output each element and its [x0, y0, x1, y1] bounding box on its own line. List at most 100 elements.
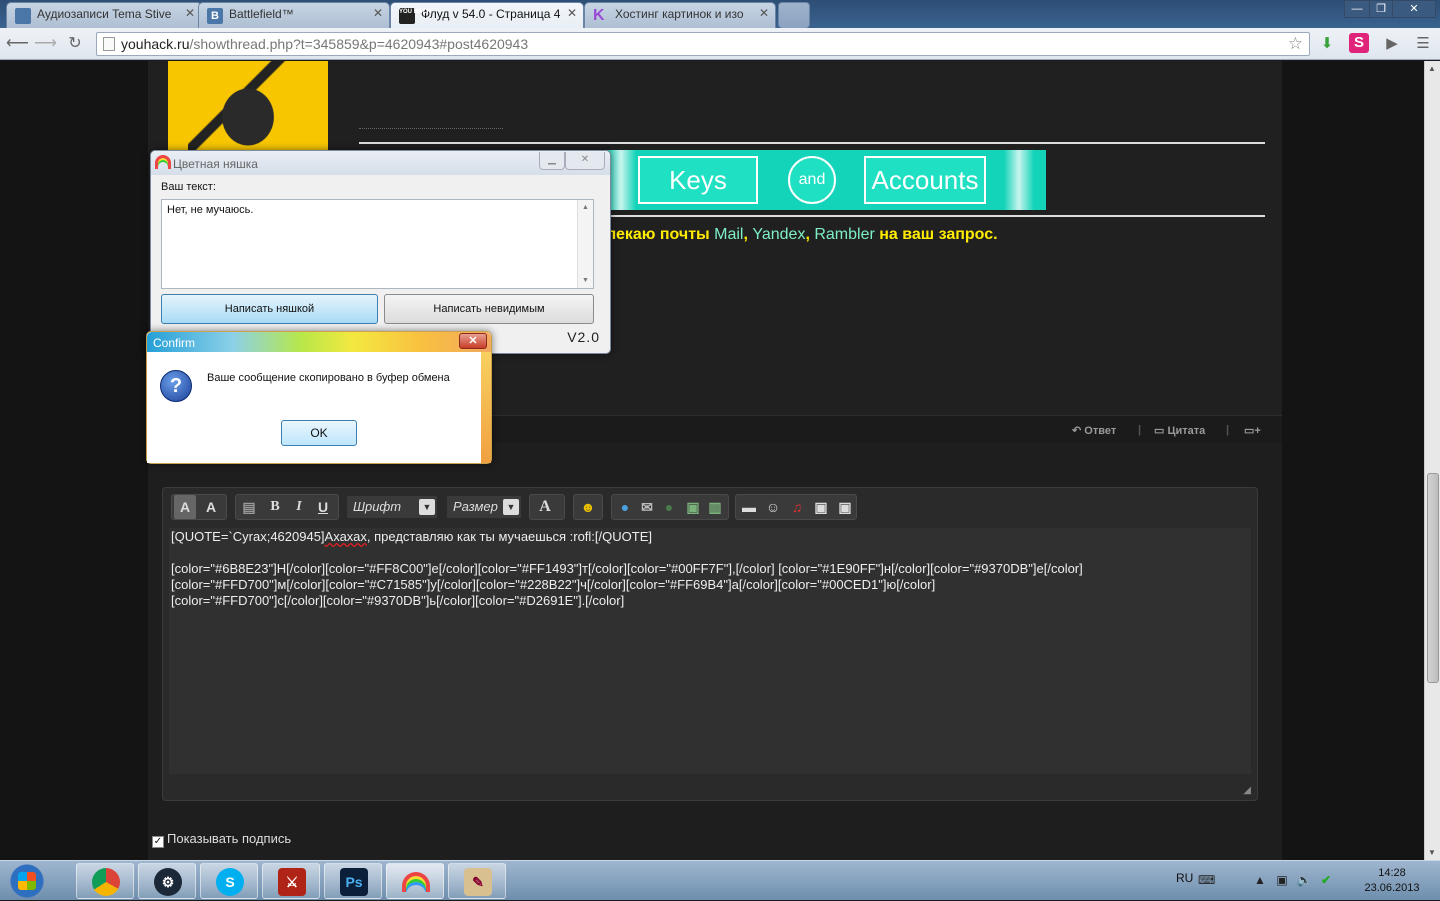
paint-icon: ✎	[464, 868, 492, 896]
italic-icon[interactable]: I	[288, 495, 310, 519]
user-avatar	[168, 61, 328, 153]
close-icon[interactable]: ✕	[759, 6, 769, 20]
forward-button[interactable]: ⟶	[34, 33, 57, 55]
paste-icon[interactable]: ▤	[238, 495, 260, 519]
nyashka-window: Цветная няшка ▁ ✕ Ваш текст: Нет, не муч…	[150, 150, 611, 354]
link-icon[interactable]: ●	[614, 495, 636, 519]
signature-banner: Keys and Accounts	[606, 150, 1046, 210]
text-color-icon: A	[539, 498, 551, 515]
taskbar-photoshop[interactable]: Ps	[324, 863, 382, 899]
smilies-button[interactable]: ☻	[573, 494, 603, 520]
tab-title: Battlefield™	[229, 7, 294, 21]
mask-icon[interactable]: ☺	[762, 495, 784, 519]
signature-line-top	[359, 142, 1265, 144]
font-select[interactable]: Шрифт ▼	[347, 496, 437, 518]
switch-mode-icon[interactable]: A	[174, 495, 196, 519]
service-yandex: Yandex	[752, 226, 806, 243]
size-select[interactable]: Размер ▼	[447, 496, 521, 518]
taskbar-steam[interactable]: ⚙	[138, 863, 196, 899]
close-icon[interactable]: ✕	[185, 6, 195, 20]
scroll-up-icon[interactable]: ▲	[1428, 64, 1436, 73]
tab-strip: Аудиозаписи Tema Stive ✕ B Battlefield™ …	[0, 0, 1440, 28]
tab-battlefield[interactable]: B Battlefield™ ✕	[198, 2, 390, 28]
back-button[interactable]: ⟵	[6, 33, 29, 55]
new-tab-button[interactable]	[778, 2, 810, 28]
tab-title: Аудиозаписи Tema Stive	[37, 7, 172, 21]
minimize-button[interactable]: —	[1344, 0, 1370, 18]
image-icon[interactable]: ▣	[682, 495, 704, 519]
unlink-icon[interactable]: ●	[658, 495, 680, 519]
bookmark-star-icon[interactable]: ☆	[1288, 33, 1303, 55]
page-icon	[103, 37, 115, 51]
dota-icon: ⚔	[278, 868, 306, 896]
box-icon[interactable]: ▣	[810, 495, 832, 519]
taskbar-paint[interactable]: ✎	[448, 863, 506, 899]
close-button[interactable]: ✕	[459, 333, 487, 349]
system-tray: RU ⌨ ▲ ▣ 🔈 ✔ 14:28 23.06.2013	[1168, 861, 1440, 901]
close-window-button[interactable]: ✕	[1392, 0, 1436, 18]
music-icon[interactable]: ♫	[786, 495, 808, 519]
keyboard-icon[interactable]: ⌨	[1198, 873, 1215, 889]
close-icon[interactable]: ✕	[373, 6, 383, 20]
confirm-message: Ваше сообщение скопировано в буфер обмен…	[207, 372, 450, 384]
close-icon[interactable]: ✕	[567, 6, 577, 20]
message-textarea[interactable]: [QUOTE=`Cyrax;4620945]Ахахах, представля…	[169, 528, 1251, 774]
write-nyashka-button[interactable]: Написать няшкой	[161, 294, 378, 324]
box-small-icon[interactable]: ▣	[834, 495, 856, 519]
chevron-down-icon: ▼	[503, 499, 519, 515]
tab-hosting[interactable]: K Хостинг картинок и изо ✕	[584, 2, 776, 28]
quote-link[interactable]: ▭ Цитата	[1154, 424, 1205, 437]
video-icon[interactable]: ▥	[704, 495, 726, 519]
url-path: /showthread.php?t=345859&p=4620943#post4…	[189, 36, 529, 52]
show-signature-checkbox[interactable]: ✓	[152, 836, 164, 848]
reply-link[interactable]: ↶ Ответ	[1072, 424, 1116, 437]
download-icon[interactable]: ⬇	[1316, 33, 1338, 55]
menu-icon[interactable]: ☰	[1412, 33, 1434, 55]
quote-bubble-icon[interactable]: ▬	[738, 495, 760, 519]
taskbar-chrome[interactable]	[76, 863, 134, 899]
scroll-down-icon[interactable]: ▼	[1428, 848, 1436, 857]
language-indicator[interactable]: RU	[1176, 871, 1193, 885]
text-input[interactable]: Нет, не мучаюсь. ▲ ▼	[161, 199, 594, 289]
write-invisible-button[interactable]: Написать невидимым	[384, 294, 594, 324]
show-signature-option[interactable]: ✓ Показывать подпись	[152, 831, 291, 848]
reload-button[interactable]: ↻	[64, 33, 86, 55]
maximize-button[interactable]: ❐	[1369, 0, 1393, 18]
steam-icon: ⚙	[154, 868, 182, 896]
font-color-button[interactable]: A	[529, 494, 565, 520]
underline-icon[interactable]: U	[312, 495, 334, 519]
volume-icon[interactable]: 🔈	[1296, 873, 1312, 889]
taskbar-nyashka[interactable]	[386, 863, 444, 899]
confirm-titlebar: Confirm	[147, 332, 491, 352]
chevron-down-icon: ▼	[419, 499, 435, 515]
url-host: youhack.ru	[121, 36, 190, 52]
address-bar[interactable]: youhack.ru/showthread.php?t=345859&p=462…	[96, 32, 1310, 56]
tab-audio[interactable]: Аудиозаписи Tema Stive ✕	[6, 2, 202, 28]
multiquote-icon[interactable]: ▭+	[1244, 424, 1261, 437]
tab-flood[interactable]: YOU HACK Флуд v 54.0 - Страница 4 ✕	[390, 2, 584, 28]
textarea-scrollbar[interactable]: ▲ ▼	[577, 200, 593, 288]
start-button[interactable]	[2, 862, 52, 900]
windows-taskbar: ⚙ S ⚔ Ps ✎ RU ⌨ ▲ ▣ 🔈 ✔ 14:28 23.06.2013	[0, 860, 1440, 900]
remove-format-icon[interactable]: A	[200, 495, 222, 519]
scroll-thumb[interactable]	[1427, 473, 1439, 683]
minimize-button[interactable]: ▁	[539, 152, 565, 170]
taskbar-skype[interactable]: S	[200, 863, 258, 899]
banner-keys: Keys	[638, 156, 758, 204]
clock[interactable]: 14:28 23.06.2013	[1354, 866, 1430, 896]
show-hidden-icon[interactable]: ▲	[1252, 873, 1268, 889]
taskbar-dota[interactable]: ⚔	[262, 863, 320, 899]
tab-title: Хостинг картинок и изо	[615, 7, 744, 21]
extension-s-icon[interactable]: S	[1349, 33, 1369, 53]
close-button[interactable]: ✕	[565, 152, 605, 170]
resize-handle-icon[interactable]: ◢	[1243, 785, 1251, 796]
question-icon: ?	[160, 370, 192, 402]
email-icon[interactable]: ✉	[636, 495, 658, 519]
bold-icon[interactable]: B	[264, 495, 286, 519]
ok-button[interactable]: OK	[281, 420, 357, 446]
network-icon[interactable]: ▣	[1274, 873, 1290, 889]
smiley-icon: ☻	[580, 499, 596, 515]
security-icon[interactable]: ✔	[1318, 873, 1334, 889]
play-extension-icon[interactable]: ▶	[1381, 33, 1403, 55]
page-scrollbar[interactable]: ▲ ▼	[1424, 61, 1440, 860]
